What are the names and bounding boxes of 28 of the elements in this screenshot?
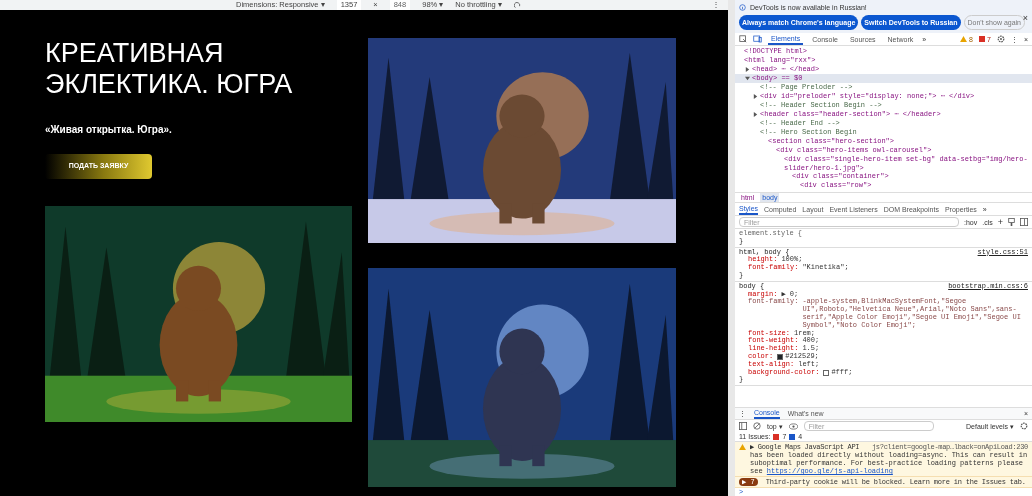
info-icon: [789, 433, 796, 440]
warning-icon: [960, 36, 968, 42]
close-button[interactable]: ×: [1022, 14, 1028, 23]
split-handle[interactable]: [728, 0, 735, 496]
warning-icon: [739, 444, 746, 450]
hero-title: ЭКЛЕКТИКА. ЮГРА: [45, 69, 294, 100]
color-swatch[interactable]: [777, 353, 784, 360]
brush-icon[interactable]: [1008, 218, 1015, 226]
rotate-icon[interactable]: [513, 1, 521, 9]
sidebar-icon[interactable]: [1020, 218, 1028, 226]
collapsed-triangle-icon[interactable]: [745, 67, 750, 72]
hero-title: КРЕАТИВНАЯ: [45, 38, 225, 69]
error-icon: [979, 36, 985, 42]
new-rule-button[interactable]: +: [997, 217, 1003, 227]
hero-subtitle: «Живая открытка. Югра».: [45, 123, 173, 137]
inspect-icon[interactable]: [739, 35, 747, 43]
settings-icon[interactable]: [1020, 422, 1028, 430]
settings-icon[interactable]: [996, 35, 1005, 43]
sidebar-icon[interactable]: [739, 422, 747, 430]
eye-icon[interactable]: [788, 422, 798, 430]
device-icon[interactable]: [753, 35, 762, 43]
collapsed-triangle-icon[interactable]: [753, 94, 758, 99]
collapsed-triangle-icon[interactable]: [753, 112, 758, 117]
info-icon: [739, 4, 746, 11]
clear-icon[interactable]: [753, 422, 761, 430]
error-icon: [773, 433, 780, 440]
expanded-triangle-icon[interactable]: [745, 76, 750, 81]
color-swatch[interactable]: [823, 369, 830, 376]
